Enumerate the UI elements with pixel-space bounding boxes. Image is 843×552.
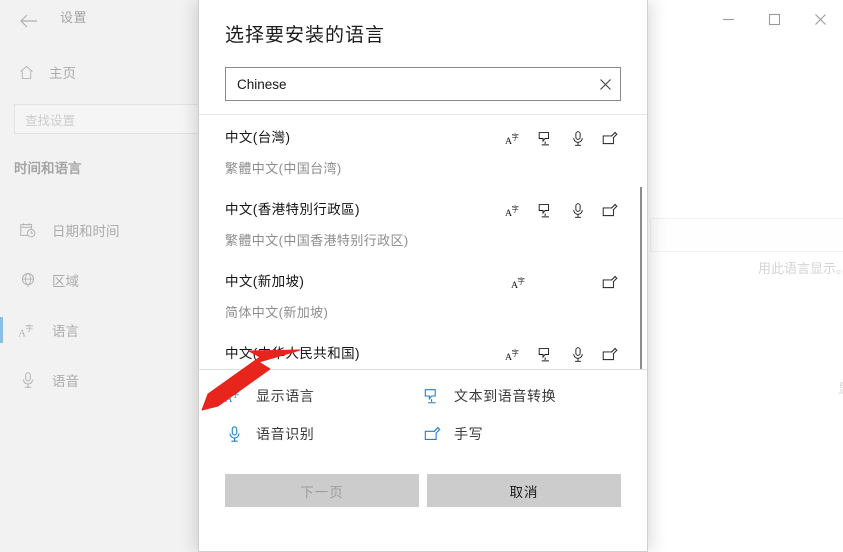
- back-button[interactable]: [12, 6, 46, 36]
- sidebar-home-label: 主页: [49, 66, 76, 81]
- text-to-speech-icon: [537, 201, 555, 219]
- maximize-button[interactable]: [751, 0, 797, 38]
- sidebar-item-region[interactable]: 区域: [0, 255, 198, 305]
- display-language-icon: A字: [505, 201, 523, 219]
- dialog-title: 选择要安装的语言: [225, 25, 386, 46]
- home-icon: [16, 62, 36, 82]
- close-icon: [814, 13, 826, 25]
- svg-text:字: 字: [518, 276, 525, 285]
- legend-item-handwriting: 手写: [423, 424, 621, 444]
- main-description-1: 用此语言显示。: [758, 261, 843, 276]
- text-to-speech-icon: [537, 345, 555, 363]
- legend-label: 手写: [454, 426, 484, 442]
- main-description-2: 显示。: [838, 378, 843, 397]
- feature-icon-placeholder: [543, 273, 558, 291]
- clear-search-button[interactable]: [590, 68, 620, 100]
- screen: 设置 主页 查找设置 时间和语言 日期和时间 区域 A 字 语言 语音 用此语言…: [0, 0, 843, 552]
- handwriting-icon: [601, 201, 619, 219]
- settings-sidebar: 设置 主页 查找设置 时间和语言 日期和时间 区域 A 字 语言 语音: [0, 0, 244, 552]
- language-feature-icons: A字: [505, 345, 619, 363]
- language-subtitle: 简体中文(新加坡): [225, 305, 329, 320]
- microphone-icon: [225, 425, 244, 444]
- sidebar-label-date-time: 日期和时间: [52, 224, 120, 239]
- back-arrow-icon: [20, 14, 37, 28]
- list-item[interactable]: 中文(香港特別行政區) 繁體中文(中国香港特别行政区) A字: [199, 187, 647, 259]
- list-item[interactable]: 中文(中华人民共和国) 中文(简体，中国) A字: [199, 331, 647, 369]
- microphone-icon: [569, 129, 587, 147]
- svg-text:字: 字: [25, 323, 33, 333]
- language-feature-icons: A字: [511, 273, 619, 291]
- list-scrollbar[interactable]: [640, 187, 642, 369]
- feature-legend: A字 显示语言 文本到语音转换 语音识别 手写: [199, 370, 647, 452]
- language-feature-icons: A字: [505, 129, 619, 147]
- sidebar-label-language: 语言: [52, 324, 79, 339]
- handwriting-icon: [601, 129, 619, 147]
- sidebar-nav: 日期和时间 区域 A 字 语言 语音: [0, 205, 198, 405]
- sidebar-section-title: 时间和语言: [14, 161, 82, 176]
- text-to-speech-icon: [537, 129, 555, 147]
- language-subtitle: 繁體中文(中国台湾): [225, 161, 342, 176]
- language-list[interactable]: 中文(台灣) 繁體中文(中国台湾) A字 中文(香港特別行政區) 繁體中文(中国…: [199, 114, 647, 369]
- handwriting-icon: [601, 345, 619, 363]
- svg-text:字: 字: [512, 204, 519, 213]
- display-language-icon: A字: [505, 345, 523, 363]
- calendar-clock-icon: [18, 220, 38, 240]
- legend-item-display-language: A字 显示语言: [225, 386, 423, 406]
- dialog-actions: 下一页 取消: [199, 474, 647, 507]
- legend-label: 语音识别: [256, 426, 315, 442]
- close-icon: [599, 78, 611, 90]
- language-search-box[interactable]: [225, 67, 621, 101]
- handwriting-icon: [601, 273, 619, 291]
- handwriting-icon: [423, 425, 442, 444]
- feature-icon-placeholder: [572, 273, 587, 291]
- microphone-icon: [569, 345, 587, 363]
- display-language-icon: A 字: [18, 320, 38, 340]
- legend-item-text-to-speech: 文本到语音转换: [423, 386, 621, 406]
- globe-icon: [18, 270, 38, 290]
- language-search-input[interactable]: [226, 76, 590, 92]
- language-subtitle: 繁體中文(中国香港特别行政区): [225, 233, 409, 248]
- minimize-icon: [722, 18, 734, 20]
- svg-text:字: 字: [512, 132, 519, 141]
- legend-label: 显示语言: [256, 388, 315, 404]
- sidebar-item-speech[interactable]: 语音: [0, 355, 198, 405]
- microphone-icon: [569, 201, 587, 219]
- sidebar-item-home[interactable]: 主页: [12, 57, 182, 87]
- list-item[interactable]: 中文(台灣) 繁體中文(中国台湾) A字: [199, 115, 647, 187]
- display-language-icon: A字: [505, 129, 523, 147]
- sidebar-item-date-time[interactable]: 日期和时间: [0, 205, 198, 255]
- legend-item-speech-recognition: 语音识别: [225, 424, 423, 444]
- language-dropdown[interactable]: [650, 218, 843, 252]
- add-language-dialog: 选择要安装的语言 中文(台灣) 繁體中文(中国台湾) A字: [198, 0, 648, 552]
- window-title: 设置: [60, 10, 88, 25]
- sidebar-label-speech: 语音: [52, 374, 79, 389]
- svg-text:字: 字: [512, 348, 519, 357]
- svg-text:字: 字: [232, 389, 240, 399]
- window-controls: [705, 0, 843, 38]
- language-feature-icons: A字: [505, 201, 619, 219]
- text-to-speech-icon: [423, 387, 442, 406]
- next-button[interactable]: 下一页: [225, 474, 419, 507]
- sidebar-label-region: 区域: [52, 274, 79, 289]
- minimize-button[interactable]: [705, 0, 751, 38]
- display-language-icon: A字: [225, 387, 244, 406]
- display-language-icon: A字: [511, 273, 529, 291]
- close-button[interactable]: [797, 0, 843, 38]
- sidebar-item-language[interactable]: A 字 语言: [0, 305, 198, 355]
- list-item[interactable]: 中文(新加坡) 简体中文(新加坡) A字: [199, 259, 647, 331]
- cancel-button[interactable]: 取消: [427, 474, 621, 507]
- sidebar-search-placeholder: 查找设置: [25, 113, 76, 128]
- legend-label: 文本到语音转换: [454, 388, 557, 404]
- maximize-icon: [768, 13, 780, 25]
- microphone-icon: [18, 370, 38, 390]
